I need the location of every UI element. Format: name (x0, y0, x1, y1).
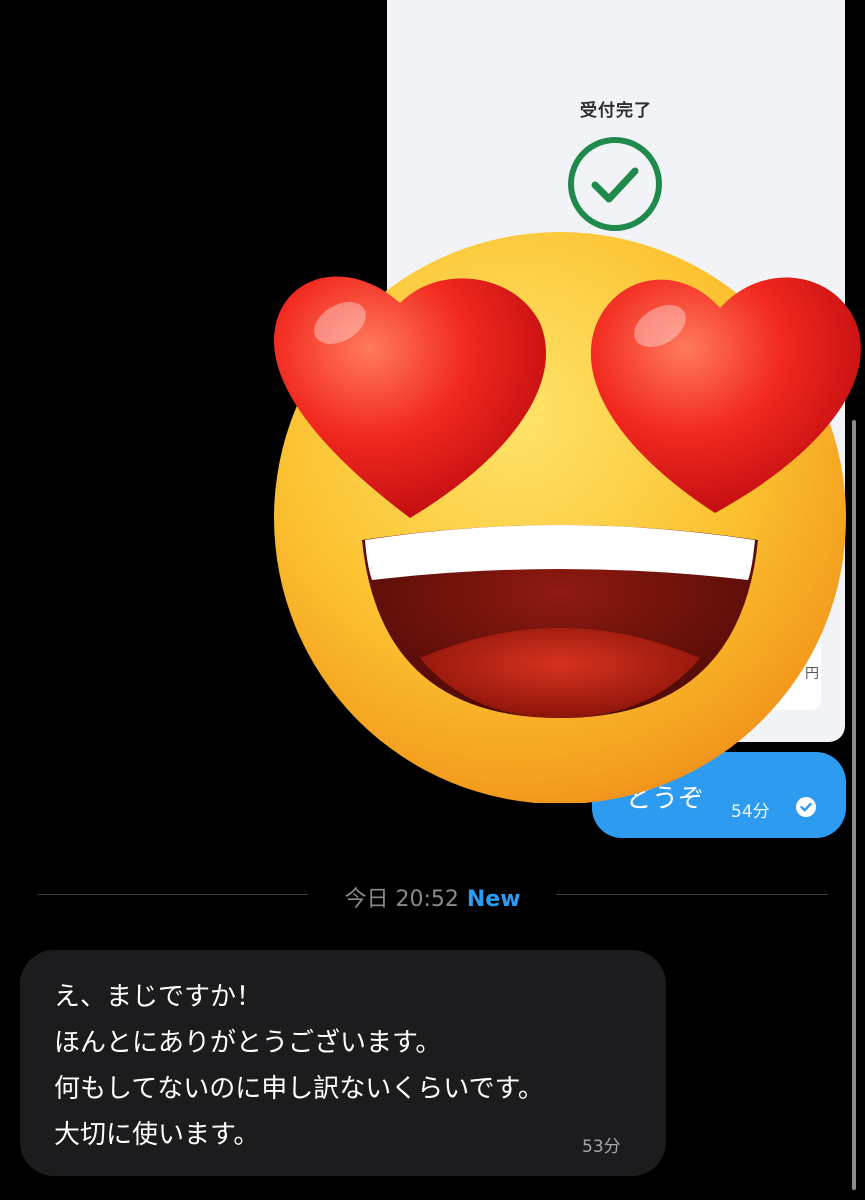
incoming-message-text: え、まじですか！ ほんとにありがとうございます。 何もしてないのに申し訳ないくら… (54, 974, 544, 1158)
date-divider: 今日 20:52 New (0, 877, 865, 913)
incoming-message-time: 53分 (582, 1137, 621, 1157)
message-line: ほんとにありがとうございます。 (54, 1028, 442, 1058)
divider-date: 今日 20:52 (344, 887, 459, 912)
receipt-title: 受付完了 (580, 101, 652, 121)
incoming-message-bubble[interactable]: え、まじですか！ ほんとにありがとうございます。 何もしてないのに申し訳ないくら… (20, 950, 666, 1176)
scrollbar[interactable] (852, 420, 856, 1190)
message-line: 何もしてないのに申し訳ないくらいです。 (54, 1074, 544, 1104)
message-line: え、まじですか！ (54, 982, 263, 1012)
new-badge: New (466, 887, 521, 912)
heart-eyes-emoji-icon (273, 232, 861, 803)
divider-label: 今日 20:52 New (0, 881, 865, 913)
message-line: 大切に使います。 (54, 1120, 260, 1150)
